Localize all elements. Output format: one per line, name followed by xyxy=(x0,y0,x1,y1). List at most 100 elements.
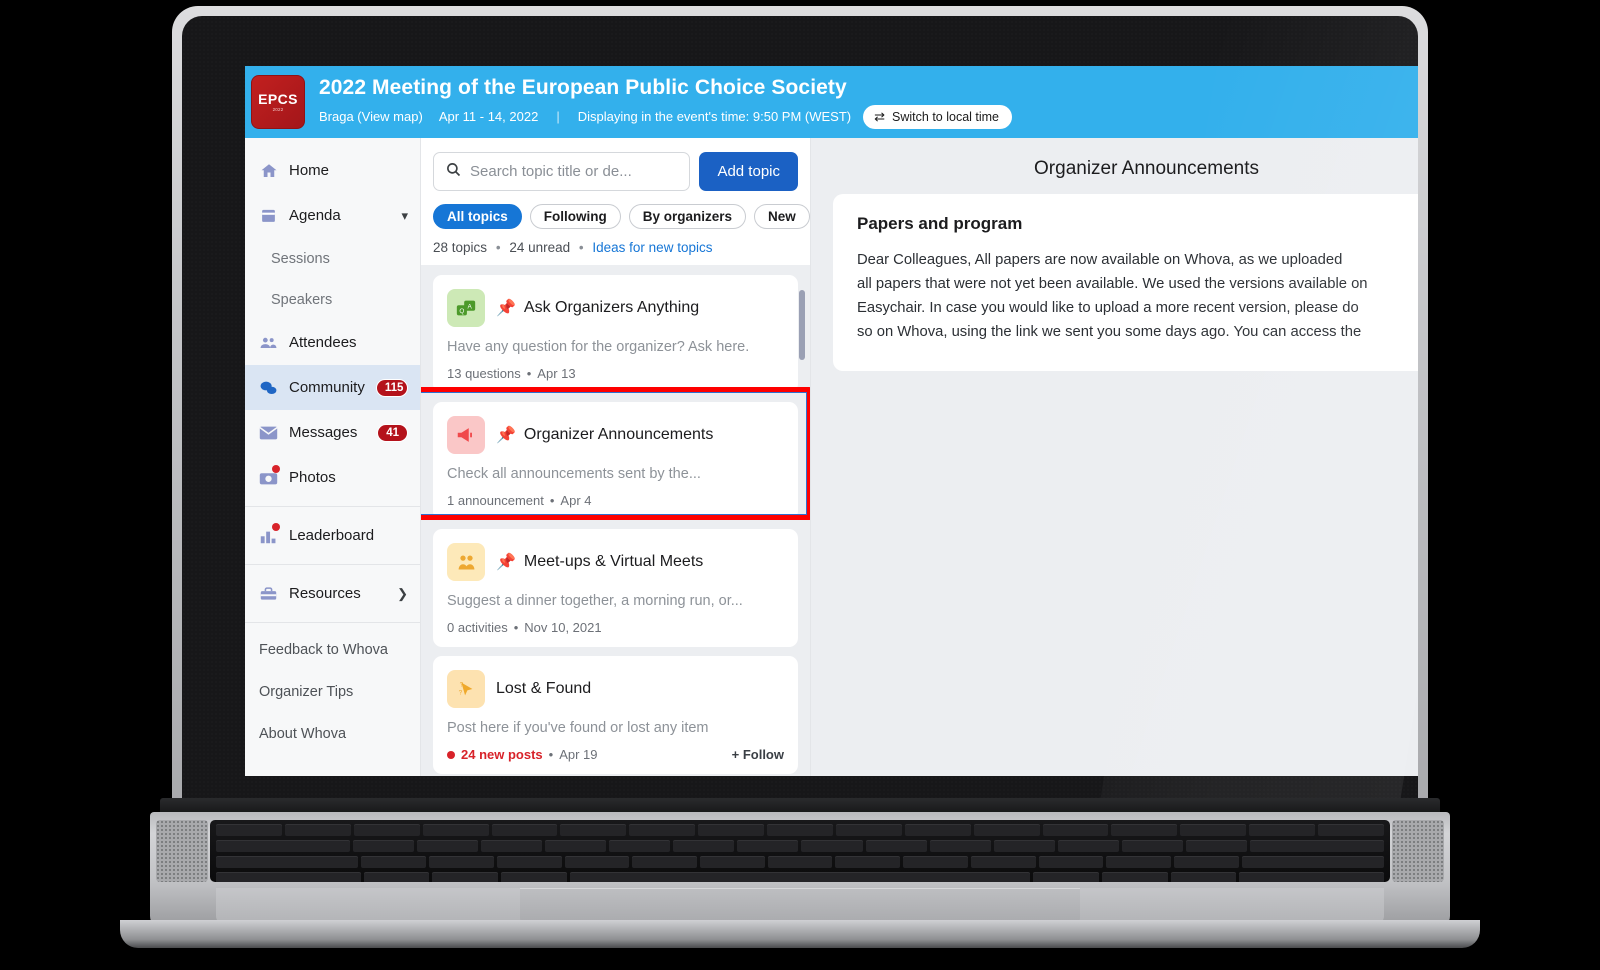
topic-description: Suggest a dinner together, a morning run… xyxy=(447,593,743,609)
filter-chip-by-organizers[interactable]: By organizers xyxy=(628,204,747,229)
laptop-base-front-lip xyxy=(120,920,1480,948)
ideas-for-new-topics-link[interactable]: Ideas for new topics xyxy=(592,240,712,255)
home-icon xyxy=(259,161,278,180)
footer-separator: • xyxy=(526,366,532,381)
sidebar-item-agenda[interactable]: Agenda ▾ xyxy=(245,193,420,238)
chevron-down-icon[interactable]: ▾ xyxy=(401,208,408,224)
filter-chip-new[interactable]: New xyxy=(754,204,810,229)
header-subline: Braga (View map) Apr 11 - 14, 2022 | Dis… xyxy=(319,104,1013,129)
sidebar-subitem-label: Sessions xyxy=(271,250,330,267)
camera-icon xyxy=(259,465,280,487)
laptop-bezel: EPCS 2022 2022 Meeting of the European P… xyxy=(182,16,1418,802)
topic-card-ask-organizers-anything[interactable]: AQ 📌 Ask Organizers Anything Have any qu… xyxy=(433,275,798,393)
announcement-line: Dear Colleagues, All papers are now avai… xyxy=(857,252,1343,268)
sidebar-item-label: Agenda xyxy=(289,207,341,224)
topic-card-organizer-announcements[interactable]: 📌 Organizer Announcements Check all anno… xyxy=(433,402,798,520)
footer-separator: • xyxy=(513,620,519,635)
sidebar-item-photos[interactable]: Photos xyxy=(245,455,420,500)
card-header: ?? Lost & Found xyxy=(447,670,784,708)
sidebar-item-label: Resources xyxy=(289,585,361,602)
card-title-row: 📌 Ask Organizers Anything xyxy=(496,298,699,318)
card-title-row: Lost & Found xyxy=(496,680,591,698)
sidebar: Home Agenda ▾ Sessions Speakers Attendee… xyxy=(245,138,421,776)
sidebar-link-label: Organizer Tips xyxy=(259,684,354,700)
app-body: Home Agenda ▾ Sessions Speakers Attendee… xyxy=(245,138,1418,776)
topic-count-text: 0 activities xyxy=(447,620,508,635)
sidebar-link-feedback[interactable]: Feedback to Whova xyxy=(245,629,420,671)
sidebar-link-about-whova[interactable]: About Whova xyxy=(245,713,420,755)
speaker-grille-right xyxy=(1392,820,1444,882)
card-header: AQ 📌 Ask Organizers Anything xyxy=(447,289,784,327)
sidebar-item-label: Attendees xyxy=(289,334,357,351)
topic-description: Check all announcements sent by the... xyxy=(447,466,701,482)
keyboard-row xyxy=(210,856,1390,868)
announcement-body: Dear Colleagues, All papers are now avai… xyxy=(857,249,1418,345)
topic-description: Have any question for the organizer? Ask… xyxy=(447,339,750,355)
sidebar-item-label: Leaderboard xyxy=(289,527,375,544)
event-timezone-text: Displaying in the event's time: 9:50 PM … xyxy=(577,109,852,124)
card-header: 📌 Organizer Announcements xyxy=(447,416,784,454)
filter-chip-all-topics[interactable]: All topics xyxy=(433,204,522,229)
sidebar-item-leaderboard[interactable]: Leaderboard xyxy=(245,513,420,558)
topic-filter-chips: All topics Following By organizers New xyxy=(433,204,810,229)
bar-chart-icon xyxy=(259,523,280,545)
sidebar-item-community[interactable]: Community 115 xyxy=(245,365,420,410)
laptop-base xyxy=(150,812,1450,930)
topic-card-meetups-virtual-meets[interactable]: 📌 Meet-ups & Virtual Meets Suggest a din… xyxy=(433,529,798,647)
search-input[interactable] xyxy=(470,163,678,180)
sidebar-item-speakers[interactable]: Speakers xyxy=(245,279,420,320)
photos-notification-dot xyxy=(272,465,280,473)
pin-icon: 📌 xyxy=(496,427,516,444)
topic-count-text: 13 questions xyxy=(447,366,521,381)
envelope-icon xyxy=(259,423,278,442)
topic-count-text: 1 announcement xyxy=(447,493,544,508)
card-header: 📌 Meet-ups & Virtual Meets xyxy=(447,543,784,581)
sidebar-divider xyxy=(245,564,420,565)
sidebar-item-label: Messages xyxy=(289,424,358,441)
follow-button[interactable]: + Follow xyxy=(732,747,784,762)
add-topic-button[interactable]: Add topic xyxy=(699,152,798,191)
scrollbar-thumb[interactable] xyxy=(799,290,805,360)
topic-description: Post here if you've found or lost any it… xyxy=(447,720,709,736)
card-title-row: 📌 Meet-ups & Virtual Meets xyxy=(496,552,703,572)
sidebar-item-sessions[interactable]: Sessions xyxy=(245,238,420,279)
app-header: EPCS 2022 2022 Meeting of the European P… xyxy=(245,66,1418,138)
meetup-people-icon xyxy=(447,543,485,581)
search-box[interactable] xyxy=(433,152,691,191)
sidebar-link-label: About Whova xyxy=(259,726,347,742)
topic-count: 28 topics xyxy=(433,240,488,255)
topic-list-panel: Add topic All topics Following By organi… xyxy=(421,138,811,776)
chevron-right-icon[interactable]: ❯ xyxy=(397,586,408,602)
event-location[interactable]: Braga (View map) xyxy=(319,109,423,124)
toolbox-icon xyxy=(259,584,278,603)
topic-card-lost-and-found[interactable]: ?? Lost & Found Post here if you've foun… xyxy=(433,656,798,774)
sidebar-item-home[interactable]: Home xyxy=(245,148,420,193)
topic-list-scrollbar[interactable] xyxy=(799,290,805,760)
event-logo: EPCS 2022 xyxy=(251,75,305,129)
sidebar-item-label: Community xyxy=(289,379,365,396)
sidebar-item-attendees[interactable]: Attendees xyxy=(245,320,420,365)
topic-title: Meet-ups & Virtual Meets xyxy=(523,553,704,570)
page-title: 2022 Meeting of the European Public Choi… xyxy=(319,75,847,99)
filter-chip-following[interactable]: Following xyxy=(529,204,621,229)
announcement-line: Easychair. In case you would like to upl… xyxy=(857,299,1359,316)
sidebar-item-resources[interactable]: Resources ❯ xyxy=(245,571,420,616)
sidebar-subitem-label: Speakers xyxy=(271,291,333,308)
header-text-block: 2022 Meeting of the European Public Choi… xyxy=(319,75,1013,129)
whova-app: EPCS 2022 2022 Meeting of the European P… xyxy=(245,66,1418,776)
switch-to-local-time-button[interactable]: ⇄ Switch to local time xyxy=(863,104,1013,129)
sidebar-item-messages[interactable]: Messages 41 xyxy=(245,410,420,455)
card-footer: 1 announcement • Apr 4 xyxy=(447,493,784,508)
sidebar-link-organizer-tips[interactable]: Organizer Tips xyxy=(245,671,420,713)
svg-text:Q: Q xyxy=(459,308,464,315)
community-badge: 115 xyxy=(375,378,408,397)
trackpad[interactable] xyxy=(520,888,1080,924)
topic-cards: AQ 📌 Ask Organizers Anything Have any qu… xyxy=(421,265,810,774)
card-title-row: 📌 Organizer Announcements xyxy=(496,425,713,445)
event-logo-text: EPCS xyxy=(258,90,298,107)
unread-count: 24 unread xyxy=(509,240,571,255)
event-logo-year: 2022 xyxy=(272,106,284,112)
keyboard-row xyxy=(210,872,1390,882)
announcement-card[interactable]: Papers and program Dear Colleagues, All … xyxy=(833,194,1418,371)
svg-text:?: ? xyxy=(459,690,463,697)
